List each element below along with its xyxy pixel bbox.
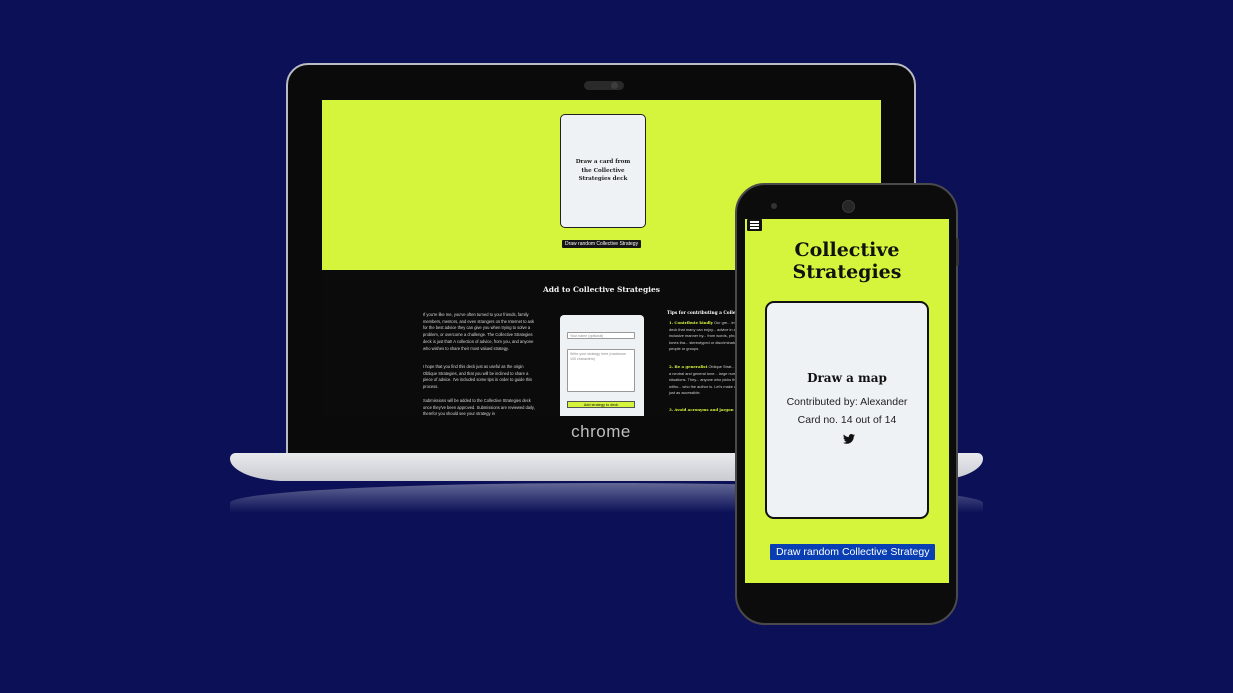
name-input[interactable]: Your name (optional) — [567, 332, 635, 339]
intro-paragraph: Submissions will be added to the Collect… — [423, 398, 535, 416]
page-title: Collective Strategies — [792, 239, 902, 283]
phone-frame: Collective Strategies Draw a map Contrib… — [735, 183, 958, 625]
desktop-deck-card[interactable]: Draw a card from the Collective Strategi… — [560, 114, 646, 228]
intro-paragraph: I hope that you find this deck just as u… — [423, 364, 533, 390]
card-title: Draw a map — [807, 371, 887, 385]
phone-sensor — [771, 203, 777, 209]
laptop-camera — [584, 81, 624, 90]
strategy-textarea[interactable]: Write your strategy here (maximum 100 ch… — [567, 349, 635, 392]
desktop-card-text: Draw a card from the Collective Strategi… — [575, 159, 631, 183]
add-strategy-form: Your name (optional) Write your strategy… — [560, 315, 644, 416]
mobile-draw-button[interactable]: Draw random Collective Strategy — [770, 544, 936, 560]
add-strategy-button[interactable]: Add strategy to deck — [567, 401, 635, 408]
strategy-card: Draw a map Contributed by: Alexander Car… — [765, 301, 929, 519]
tip-label: 1. Contribute kindly — [669, 320, 713, 325]
tip-label: 3. Avoid acronyms and jargon — [669, 407, 734, 412]
phone-side-button — [956, 238, 959, 266]
twitter-icon[interactable] — [843, 434, 855, 444]
card-count: Card no. 14 out of 14 — [797, 414, 897, 426]
desktop-draw-button[interactable]: Draw random Collective Strategy — [562, 240, 642, 248]
tip-label: 2. Be a generalist — [669, 364, 708, 369]
phone-camera — [842, 200, 855, 213]
menu-icon[interactable] — [747, 219, 762, 231]
card-contributor: Contributed by: Alexander — [786, 396, 908, 408]
intro-paragraph: If you're like me, you've often turned t… — [423, 312, 535, 351]
phone-screen: Collective Strategies Draw a map Contrib… — [745, 219, 949, 583]
